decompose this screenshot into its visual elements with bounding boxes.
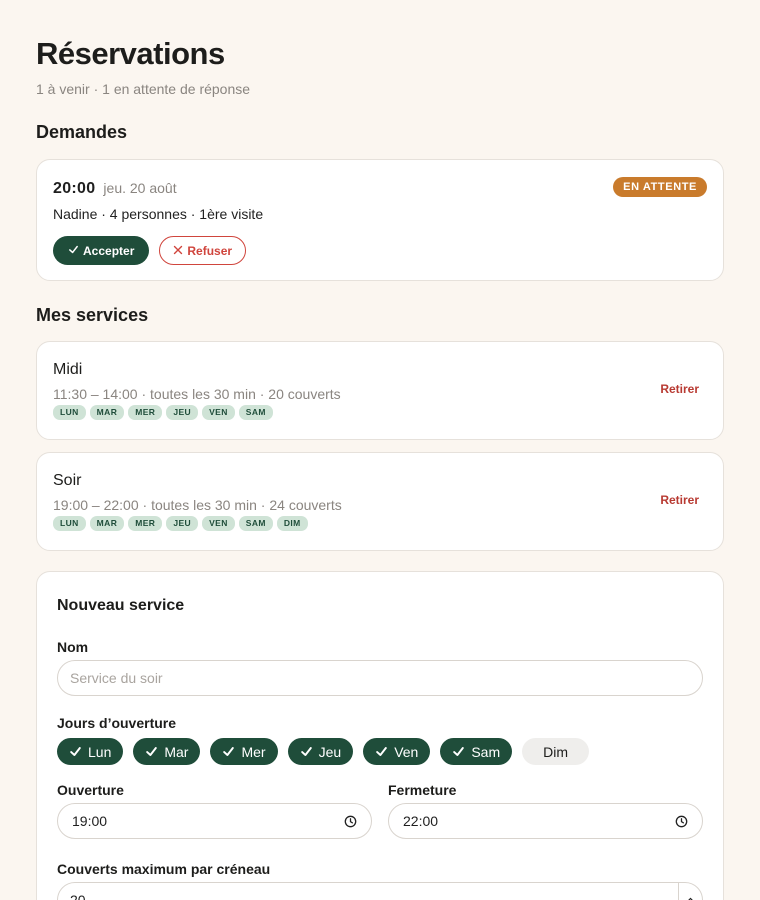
day-toggle-mar[interactable]: Mar bbox=[133, 738, 201, 765]
day-toggle-label: Lun bbox=[88, 743, 112, 760]
number-stepper[interactable] bbox=[678, 883, 702, 900]
closing-label: Fermeture bbox=[388, 782, 457, 798]
remove-service-button[interactable]: Retirer bbox=[660, 382, 699, 396]
service-card-soir: Soir 19:00 – 22:00 · toutes les 30 min ·… bbox=[36, 452, 724, 551]
day-tag: JEU bbox=[166, 516, 199, 531]
service-card-midi: Midi 11:30 – 14:00 · toutes les 30 min ·… bbox=[36, 341, 724, 440]
service-meta: 11:30 – 14:00 · toutes les 30 min · 20 c… bbox=[53, 386, 341, 402]
clock-icon[interactable] bbox=[675, 815, 688, 828]
day-tag: SAM bbox=[238, 516, 273, 531]
status-badge: EN ATTENTE bbox=[613, 177, 707, 197]
day-tag: MER bbox=[128, 516, 163, 531]
service-name: Midi bbox=[53, 361, 83, 378]
day-toggle-jeu[interactable]: Jeu bbox=[287, 738, 354, 765]
day-toggle-lun[interactable]: Lun bbox=[57, 738, 124, 765]
service-name-input[interactable] bbox=[57, 660, 703, 696]
opening-time-value: 19:00 bbox=[72, 813, 108, 829]
request-header: 20:00 jeu. 20 août bbox=[53, 177, 707, 200]
day-tag: MER bbox=[128, 405, 163, 420]
reservations-page: Réservations 1 à venir · 1 en attente de… bbox=[0, 0, 760, 900]
day-tag: LUN bbox=[53, 516, 86, 531]
check-icon bbox=[376, 747, 387, 756]
name-label: Nom bbox=[57, 639, 89, 655]
request-actions: Accepter Refuser bbox=[53, 236, 707, 265]
day-tag: LUN bbox=[53, 405, 86, 420]
closing-time-input[interactable]: 22:00 bbox=[388, 803, 703, 839]
accept-label: Accepter bbox=[83, 243, 135, 258]
day-tag: MAR bbox=[89, 516, 125, 531]
opening-time-input[interactable]: 19:00 bbox=[57, 803, 372, 839]
requests-section-title: Demandes bbox=[36, 122, 128, 142]
request-info: Nadine · 4 personnes · 1ère visite bbox=[53, 206, 264, 222]
refuse-label: Refuser bbox=[187, 243, 233, 258]
day-toggle-label: Ven bbox=[394, 743, 419, 760]
day-toggle-label: Mar bbox=[164, 743, 189, 760]
day-tag: VEN bbox=[202, 405, 235, 420]
remove-service-button[interactable]: Retirer bbox=[660, 493, 699, 507]
check-icon bbox=[453, 747, 465, 756]
page-subtitle: 1 à venir · 1 en attente de réponse bbox=[36, 81, 251, 97]
max-covers-value: 20 bbox=[70, 892, 86, 900]
service-days: LUN MAR MER JEU VEN SAM DIM bbox=[53, 516, 707, 531]
day-toggle-mer[interactable]: Mer bbox=[210, 738, 278, 765]
day-tag: VEN bbox=[202, 516, 235, 531]
request-time: 20:00 bbox=[53, 180, 96, 197]
new-service-form: Nouveau service Nom Jours d’ouverture Lu… bbox=[36, 571, 724, 900]
day-toggle-ven[interactable]: Ven bbox=[363, 738, 431, 765]
check-icon bbox=[68, 244, 79, 258]
check-icon bbox=[146, 747, 158, 756]
check-icon bbox=[70, 747, 81, 756]
x-icon bbox=[173, 244, 183, 258]
time-fields: Ouverture 19:00 Fermeture 22:00 bbox=[57, 781, 703, 839]
day-toggle-dim[interactable]: Dim bbox=[522, 738, 590, 765]
day-toggle-label: Mer bbox=[241, 743, 266, 760]
check-icon bbox=[300, 747, 312, 756]
chevron-up-icon[interactable] bbox=[679, 883, 702, 900]
day-tag: SAM bbox=[238, 405, 273, 420]
request-card: 20:00 jeu. 20 août EN ATTENTE Nadine · 4… bbox=[36, 159, 724, 281]
max-covers-label: Couverts maximum par créneau bbox=[57, 861, 271, 877]
day-tag: MAR bbox=[89, 405, 125, 420]
day-toggle-label: Dim bbox=[543, 743, 569, 760]
service-days: LUN MAR MER JEU VEN SAM bbox=[53, 405, 707, 420]
max-covers-input[interactable]: 20 bbox=[57, 882, 703, 900]
opening-label: Ouverture bbox=[57, 782, 124, 798]
day-toggle-sam[interactable]: Sam bbox=[440, 738, 513, 765]
form-title: Nouveau service bbox=[57, 597, 185, 614]
service-name: Soir bbox=[53, 472, 82, 489]
page-title: Réservations bbox=[36, 36, 225, 71]
service-meta: 19:00 – 22:00 · toutes les 30 min · 24 c… bbox=[53, 497, 342, 513]
closing-time-value: 22:00 bbox=[403, 813, 439, 829]
request-date: jeu. 20 août bbox=[103, 180, 177, 196]
days-label: Jours d’ouverture bbox=[57, 715, 177, 731]
day-tag: JEU bbox=[166, 405, 199, 420]
day-tag: DIM bbox=[276, 516, 308, 531]
opening-field: Ouverture 19:00 bbox=[57, 781, 372, 839]
services-section-title: Mes services bbox=[36, 305, 149, 325]
refuse-button[interactable]: Refuser bbox=[159, 236, 247, 265]
day-toggle-label: Jeu bbox=[318, 743, 342, 760]
check-icon bbox=[223, 747, 235, 756]
closing-field: Fermeture 22:00 bbox=[388, 781, 703, 839]
accept-button[interactable]: Accepter bbox=[53, 236, 150, 265]
day-toggle-label: Sam bbox=[471, 743, 501, 760]
day-selector: Lun Mar Mer Jeu Ven Sam Dim bbox=[57, 738, 703, 765]
clock-icon[interactable] bbox=[344, 815, 357, 828]
